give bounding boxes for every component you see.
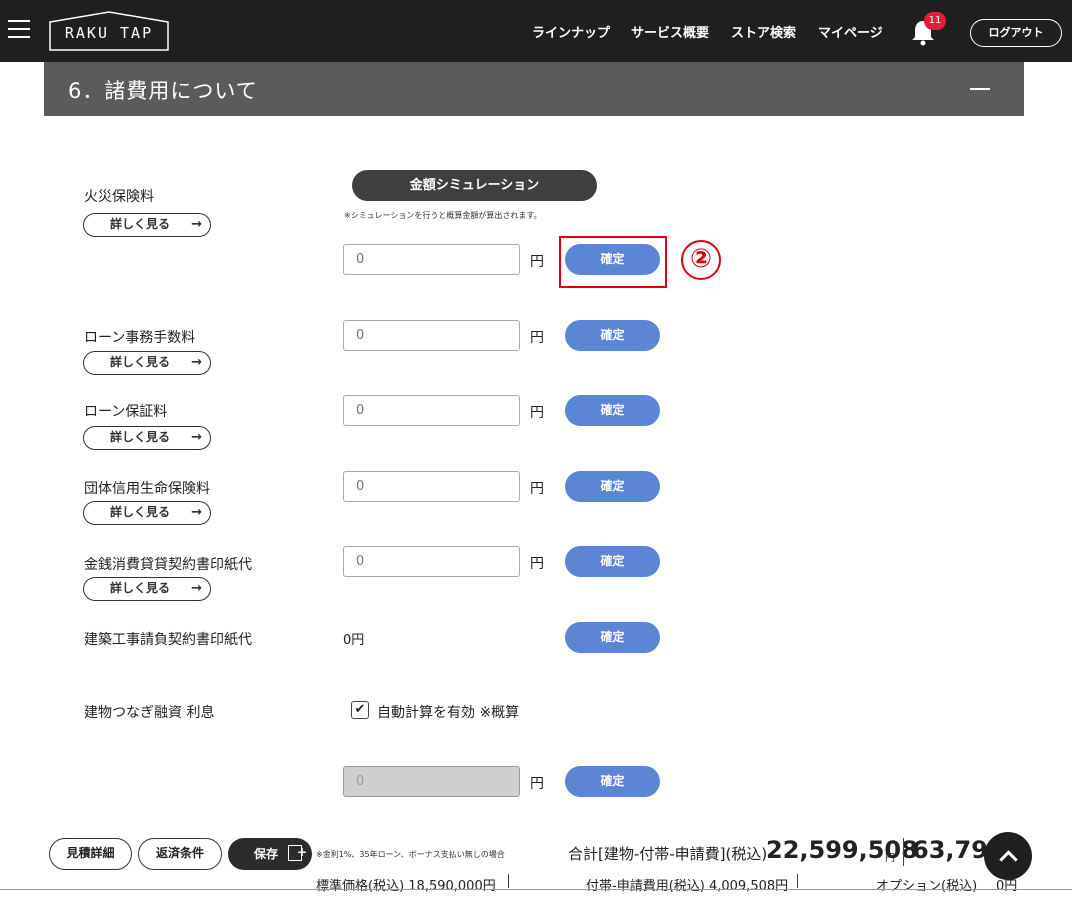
loan-fee-amount-input[interactable] bbox=[343, 320, 520, 351]
bridge-loan-confirm-button[interactable]: 確定 bbox=[565, 766, 660, 797]
standard-price: 標準価格(税込) 18,590,000円 bbox=[316, 879, 496, 894]
construction-stamp-value: 0円 bbox=[343, 633, 365, 648]
bridge-loan-label: 建物つなぎ融資 利息 bbox=[84, 705, 215, 721]
nav-store-search[interactable]: ストア検索 bbox=[731, 22, 796, 41]
yen-unit: 円 bbox=[530, 254, 544, 270]
loan-fee-more-button[interactable]: 詳しく見る → bbox=[83, 351, 211, 375]
option-label: オプション(税込) bbox=[876, 879, 978, 894]
loan-guarantee-amount-input[interactable] bbox=[343, 395, 520, 426]
yen-unit: 円 bbox=[530, 776, 544, 792]
highlight-box bbox=[559, 236, 667, 288]
fire-insurance-amount-input[interactable] bbox=[343, 244, 520, 275]
yen-unit: 円 bbox=[530, 556, 544, 572]
divider bbox=[797, 874, 798, 888]
loan-fee-label: ローン事務手数料 bbox=[84, 330, 196, 346]
menu-icon[interactable] bbox=[8, 20, 30, 40]
simulation-note: ※シミュレーションを行うと概算金額が算出されます。 bbox=[344, 211, 542, 220]
total-unit: 円 bbox=[885, 853, 895, 864]
total-label: 合計[建物-付帯-申請費](税込) bbox=[568, 845, 768, 863]
save-label: 保存 bbox=[254, 847, 279, 861]
arrow-right-icon: → bbox=[191, 581, 202, 596]
group-insurance-label: 団体信用生命保険料 bbox=[84, 481, 210, 497]
loan-stamp-confirm-button[interactable]: 確定 bbox=[565, 546, 660, 577]
scroll-to-top-button[interactable] bbox=[984, 832, 1032, 880]
nav-mypage[interactable]: マイページ bbox=[818, 22, 883, 41]
repayment-terms-button[interactable]: 返済条件 bbox=[138, 838, 222, 870]
nav-lineup[interactable]: ラインナップ bbox=[532, 22, 610, 41]
save-button[interactable]: 保存 bbox=[228, 836, 312, 870]
arrow-right-icon: → bbox=[191, 355, 202, 370]
save-icon bbox=[288, 836, 307, 868]
loan-guarantee-more-button[interactable]: 詳しく見る → bbox=[83, 426, 211, 450]
yen-unit: 円 bbox=[530, 481, 544, 497]
loan-guarantee-label: ローン保証料 bbox=[84, 404, 168, 420]
nav-service-overview[interactable]: サービス概要 bbox=[631, 22, 709, 41]
more-label: 詳しく見る bbox=[110, 217, 171, 231]
loan-stamp-label: 金銭消費貸貸契約書印紙代 bbox=[84, 557, 252, 573]
arrow-right-icon: → bbox=[191, 430, 202, 445]
loan-stamp-more-button[interactable]: 詳しく見る → bbox=[83, 577, 211, 601]
total-value: 22,599,508 bbox=[766, 836, 918, 864]
group-insurance-more-button[interactable]: 詳しく見る → bbox=[83, 501, 211, 525]
logout-button[interactable]: ログアウト bbox=[970, 19, 1062, 47]
construction-stamp-label: 建築工事請負契約書印紙代 bbox=[84, 632, 252, 648]
more-label: 詳しく見る bbox=[110, 430, 171, 444]
group-insurance-amount-input[interactable] bbox=[343, 471, 520, 502]
bridge-loan-amount-input bbox=[343, 766, 520, 797]
divider bbox=[508, 874, 509, 888]
divider bbox=[0, 889, 1072, 890]
step-marker: ② bbox=[681, 240, 721, 280]
fire-insurance-more-button[interactable]: 詳しく見る → bbox=[83, 213, 211, 237]
section-header[interactable]: 6．諸費用について bbox=[44, 62, 1024, 116]
fire-insurance-label: 火災保険料 bbox=[84, 189, 154, 205]
more-label: 詳しく見る bbox=[110, 581, 171, 595]
more-label: 詳しく見る bbox=[110, 505, 171, 519]
loan-stamp-amount-input[interactable] bbox=[343, 546, 520, 577]
auto-calc-label: 自動計算を有効 ※概算 bbox=[377, 705, 520, 721]
top-navigation-bar: RAKU TAP ラインナップ サービス概要 ストア検索 マイページ 11 ログ… bbox=[0, 0, 1072, 62]
arrow-right-icon: → bbox=[191, 505, 202, 520]
raku-tap-logo[interactable]: RAKU TAP bbox=[48, 10, 170, 52]
collapse-icon[interactable] bbox=[970, 88, 990, 90]
group-insurance-confirm-button[interactable]: 確定 bbox=[565, 471, 660, 502]
more-label: 詳しく見る bbox=[110, 355, 171, 369]
ancillary-cost: 付帯-申請費用(税込) 4,009,508円 bbox=[586, 879, 789, 894]
estimate-detail-button[interactable]: 見積詳細 bbox=[49, 838, 132, 870]
auto-calc-checkbox[interactable]: ✔ bbox=[351, 701, 369, 719]
loan-guarantee-confirm-button[interactable]: 確定 bbox=[565, 395, 660, 426]
loan-fee-confirm-button[interactable]: 確定 bbox=[565, 320, 660, 351]
section-title: 6．諸費用について bbox=[68, 79, 258, 103]
construction-stamp-confirm-button[interactable]: 確定 bbox=[565, 622, 660, 653]
amount-simulation-button[interactable]: 金額シミュレーション bbox=[352, 170, 597, 201]
notification-badge: 11 bbox=[924, 12, 946, 30]
loan-footnote: ※金利1%、35年ローン、ボーナス支払い無しの場合 bbox=[316, 850, 505, 859]
yen-unit: 円 bbox=[530, 405, 544, 421]
divider bbox=[903, 838, 904, 866]
arrow-right-icon: → bbox=[191, 217, 202, 232]
yen-unit: 円 bbox=[530, 330, 544, 346]
